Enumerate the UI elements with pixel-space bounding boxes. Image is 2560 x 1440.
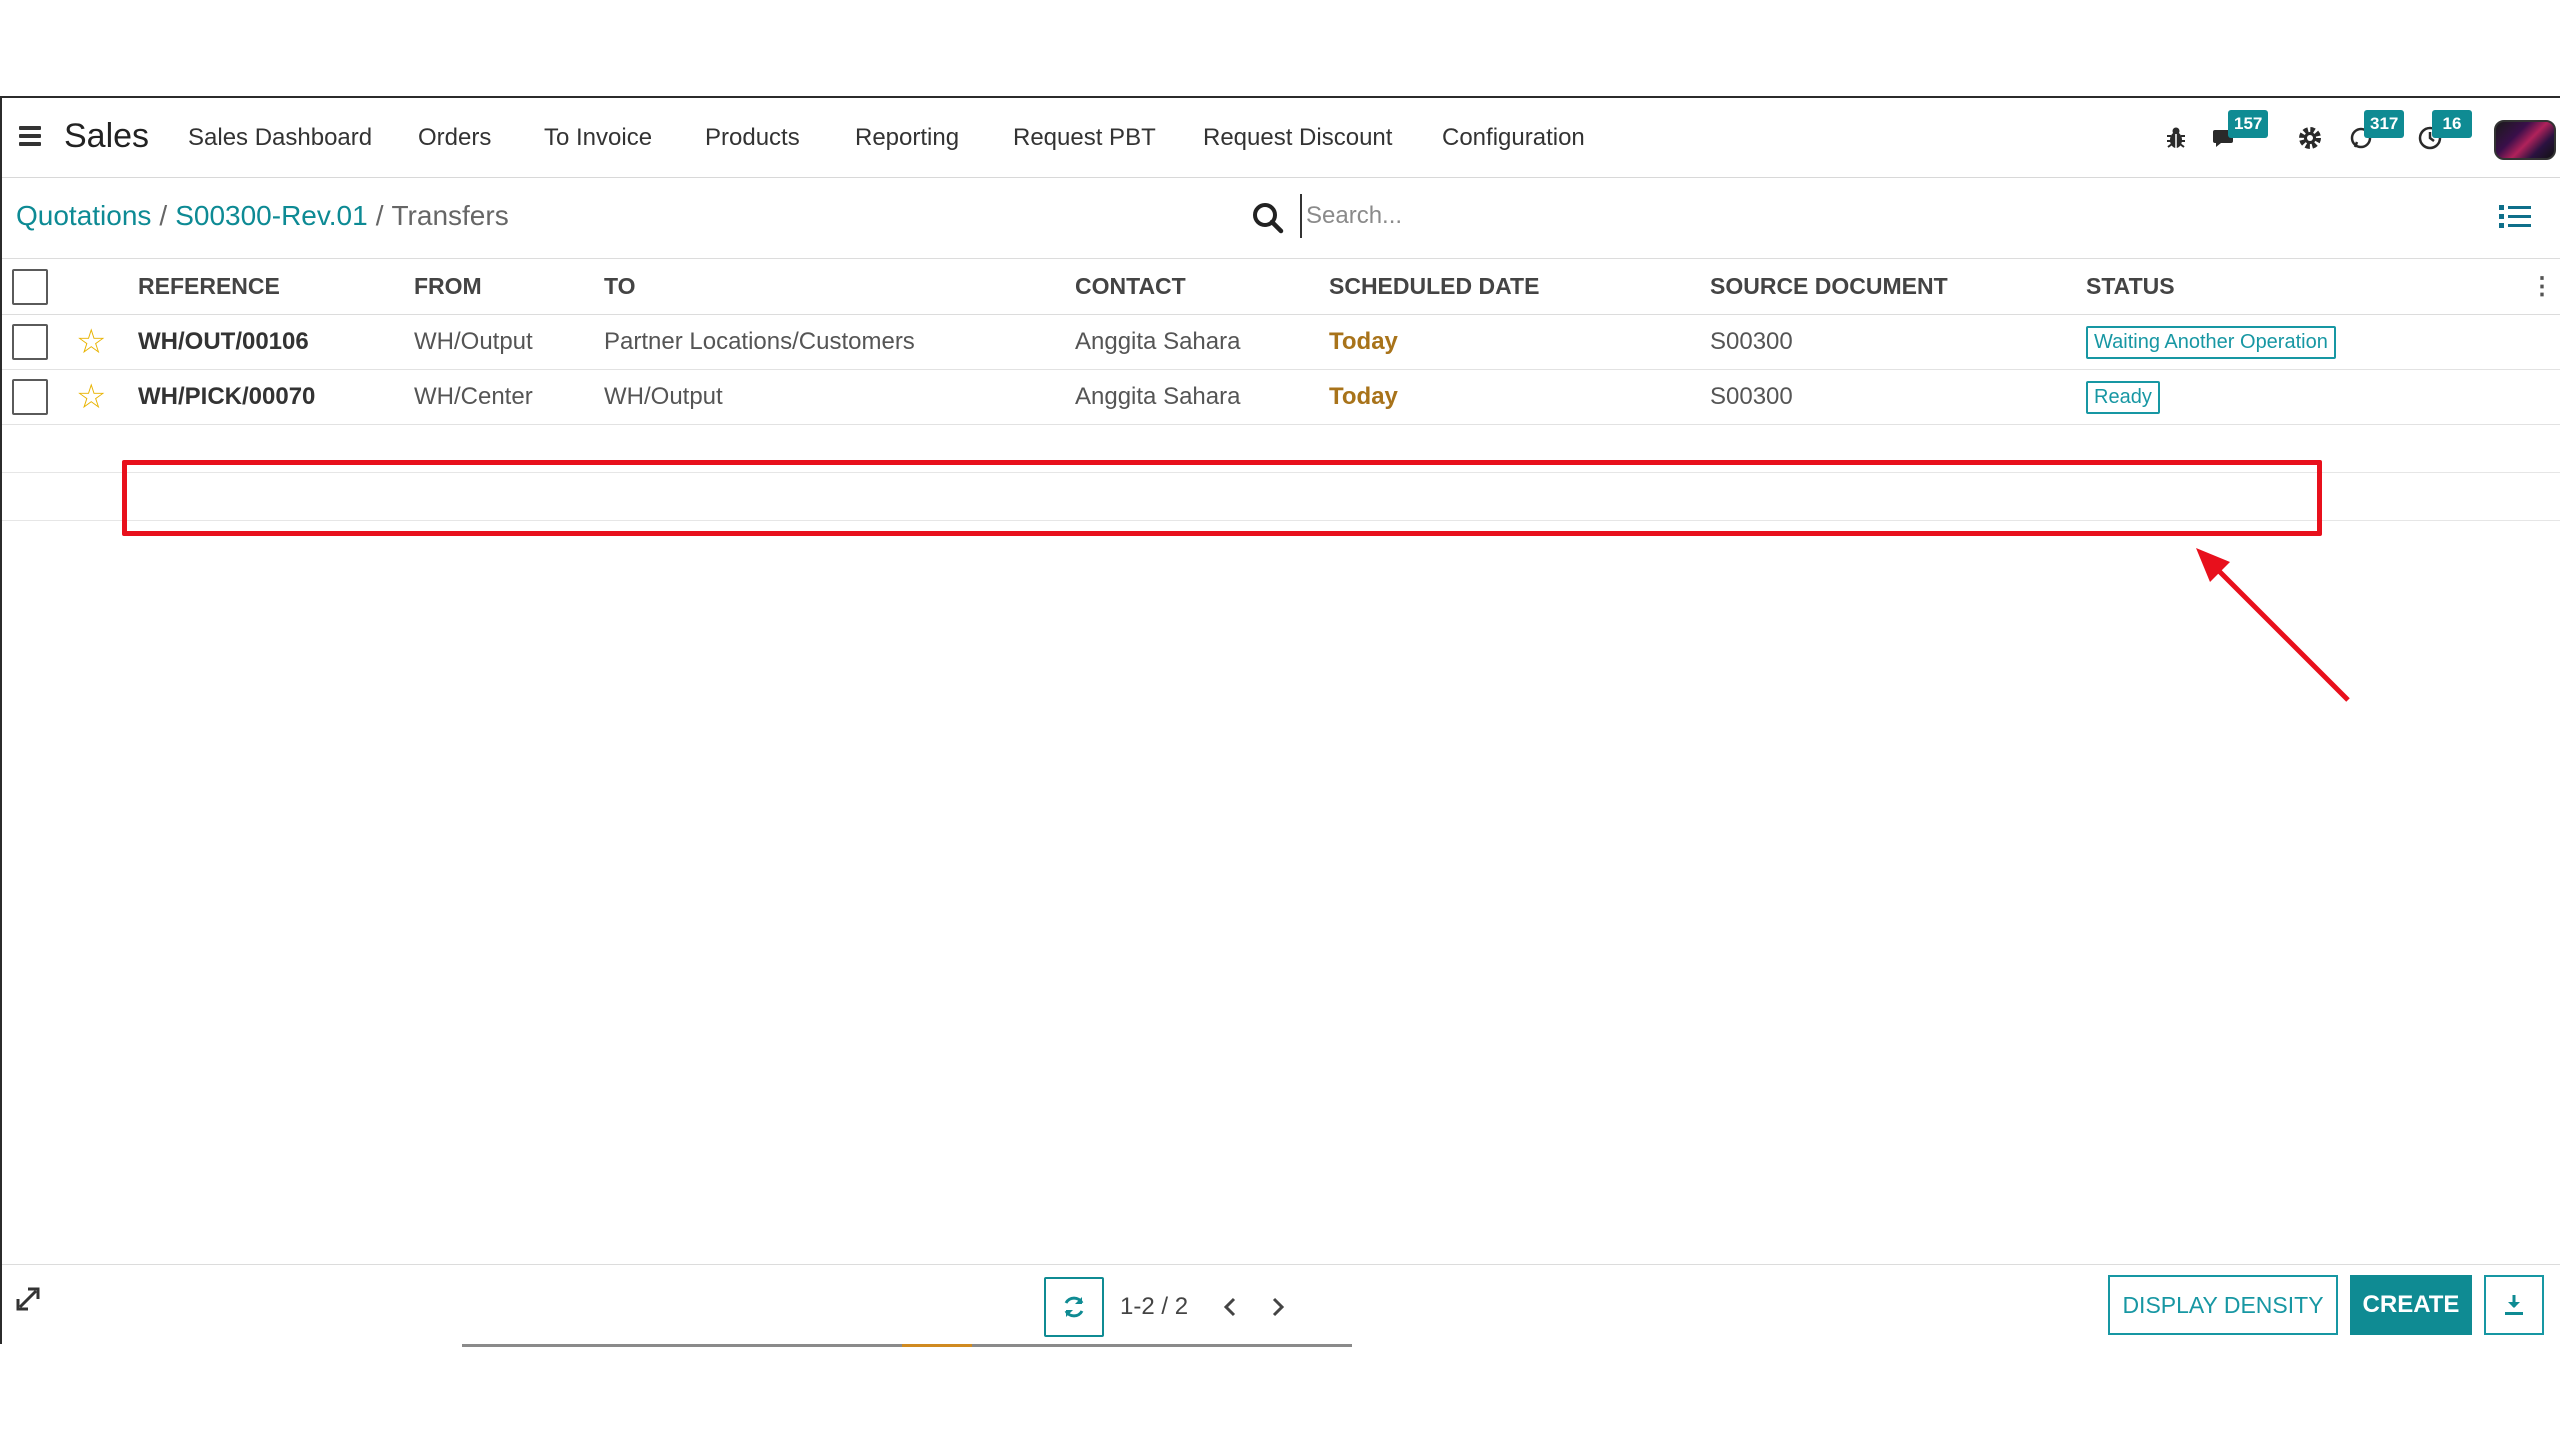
menu-item-request-discount[interactable]: Request Discount: [1203, 120, 1392, 156]
pager-value[interactable]: 1-2 / 2: [1120, 1293, 1188, 1321]
apps-menu-icon[interactable]: [18, 122, 42, 150]
cell-from: WH/Output: [414, 328, 533, 355]
breadcrumb-order[interactable]: S00300-Rev.01: [175, 200, 368, 232]
cell-reference: WH/PICK/00070: [138, 383, 316, 410]
chevron-left-icon: [1223, 1297, 1236, 1317]
download-icon: [2505, 1295, 2523, 1315]
download-button[interactable]: [2484, 1275, 2544, 1335]
menu-item-to-invoice[interactable]: To Invoice: [544, 120, 652, 156]
display-density-button[interactable]: DISPLAY DENSITY: [2108, 1275, 2338, 1335]
cell-source-document: S00300: [1710, 383, 1793, 410]
table-row[interactable]: ☆ WH/OUT/00106 WH/Output Partner Locatio…: [2, 315, 2560, 370]
breadcrumb: Quotations / S00300-Rev.01 / Transfers: [16, 200, 509, 232]
column-header-reference[interactable]: REFERENCE: [138, 259, 414, 315]
menu-item-orders[interactable]: Orders: [418, 120, 491, 156]
empty-row: [2, 473, 2560, 521]
cell-contact: Anggita Sahara: [1075, 383, 1241, 410]
optional-columns-icon[interactable]: ⋮: [2486, 259, 2560, 315]
select-all-checkbox[interactable]: [12, 268, 48, 305]
breadcrumb-quotations[interactable]: Quotations: [16, 200, 151, 232]
table-row[interactable]: ☆ WH/PICK/00070 WH/Center WH/Output Angg…: [2, 370, 2560, 425]
top-navbar: Sales Sales Dashboard Orders To Invoice …: [2, 98, 2560, 178]
column-header-contact[interactable]: CONTACT: [1075, 259, 1329, 315]
cell-contact: Anggita Sahara: [1075, 328, 1241, 355]
refresh-button[interactable]: [1044, 1277, 1104, 1337]
status-badge: Waiting Another Operation: [2086, 325, 2336, 359]
app-title: Sales: [64, 116, 150, 155]
user-avatar[interactable]: [2494, 120, 2556, 160]
menu-item-reporting[interactable]: Reporting: [855, 120, 959, 156]
breadcrumb-separator: /: [159, 200, 168, 231]
cell-reference: WH/OUT/00106: [138, 328, 309, 355]
expand-icon[interactable]: [14, 1285, 42, 1313]
status-badge: Ready: [2086, 380, 2160, 414]
messages-icon[interactable]: 157: [2206, 110, 2269, 158]
star-icon[interactable]: ☆: [76, 378, 106, 416]
menu-item-configuration[interactable]: Configuration: [1442, 120, 1585, 156]
search-icon[interactable]: [1250, 200, 1286, 236]
menu-item-products[interactable]: Products: [705, 120, 800, 156]
menu-item-sales-dashboard[interactable]: Sales Dashboard: [188, 120, 372, 156]
breadcrumb-current: Transfers: [391, 200, 509, 231]
column-header-to[interactable]: TO: [604, 259, 1075, 315]
star-icon[interactable]: ☆: [76, 323, 106, 361]
activity-badge: 317: [2364, 110, 2405, 138]
column-header-from[interactable]: FROM: [414, 259, 604, 315]
cell-scheduled-date: Today: [1329, 328, 1398, 355]
refresh-icon: [1064, 1296, 1084, 1318]
cell-scheduled-date: Today: [1329, 383, 1398, 410]
gear-icon[interactable]: [2290, 118, 2330, 158]
cell-to: Partner Locations/Customers: [604, 328, 915, 355]
messages-badge: 157: [2228, 110, 2269, 138]
list-view-icon[interactable]: [2498, 202, 2532, 232]
cell-source-document: S00300: [1710, 328, 1793, 355]
column-header-status[interactable]: STATUS: [2086, 259, 2486, 315]
bug-icon[interactable]: [2156, 118, 2196, 158]
transfers-table: REFERENCE FROM TO CONTACT SCHEDULED DATE…: [2, 258, 2560, 521]
pager-next-button[interactable]: [1260, 1289, 1296, 1325]
cell-to: WH/Output: [604, 383, 723, 410]
chevron-right-icon: [1272, 1297, 1285, 1317]
clock-icon[interactable]: 16: [2410, 110, 2472, 158]
pager-previous-button[interactable]: [1212, 1289, 1248, 1325]
row-checkbox[interactable]: [12, 379, 48, 415]
search-input[interactable]: [1300, 194, 2340, 238]
column-header-scheduled-date[interactable]: SCHEDULED DATE: [1329, 259, 1710, 315]
breadcrumb-separator: /: [375, 200, 384, 231]
column-header-source-document[interactable]: SOURCE DOCUMENT: [1710, 259, 2086, 315]
create-button[interactable]: CREATE: [2350, 1275, 2472, 1335]
cell-from: WH/Center: [414, 383, 533, 410]
empty-row: [2, 425, 2560, 473]
activity-icon[interactable]: 317: [2342, 110, 2405, 158]
pager: 1-2 / 2: [1044, 1277, 1308, 1337]
clock-badge: 16: [2432, 110, 2472, 138]
row-checkbox[interactable]: [12, 324, 48, 360]
footer-bar: 1-2 / 2 DISPLAY DENSITY CREATE: [2, 1264, 2560, 1344]
app-window: Sales Sales Dashboard Orders To Invoice …: [0, 96, 2560, 1347]
control-panel: Quotations / S00300-Rev.01 / Transfers: [2, 178, 2560, 258]
red-arrow-annotation: [2196, 548, 2350, 702]
scroll-indicator: [462, 1344, 1352, 1347]
transfers-list: REFERENCE FROM TO CONTACT SCHEDULED DATE…: [2, 258, 2560, 521]
menu-item-request-pbt[interactable]: Request PBT: [1013, 120, 1156, 156]
table-header-row: REFERENCE FROM TO CONTACT SCHEDULED DATE…: [2, 258, 2560, 315]
